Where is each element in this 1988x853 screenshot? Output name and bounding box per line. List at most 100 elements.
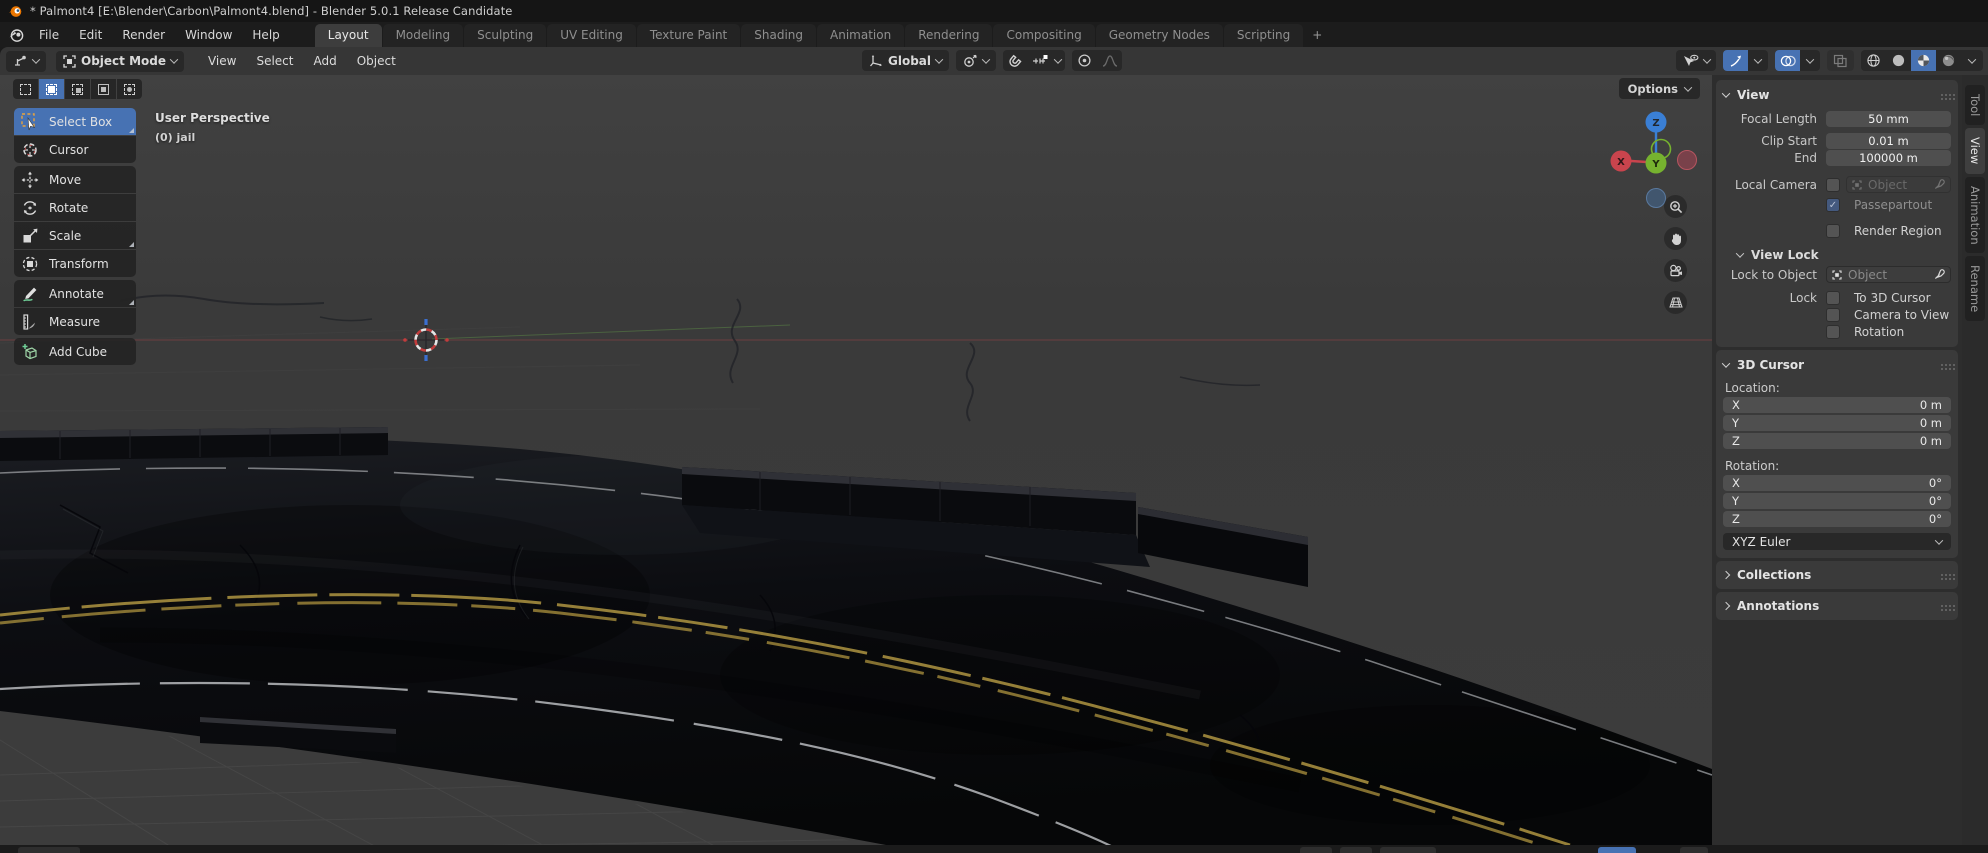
menu-add[interactable]: Add [304, 51, 347, 71]
timeline-button-hint[interactable] [1340, 847, 1372, 853]
euler-order-dropdown[interactable]: XYZ Euler [1723, 533, 1951, 550]
xray-toggle[interactable] [1827, 50, 1854, 71]
tab-sculpting[interactable]: Sculpting [464, 24, 547, 47]
panel-drag-dots[interactable] [1941, 94, 1943, 96]
eyedropper-icon[interactable] [1934, 179, 1945, 190]
shading-dropdown[interactable] [1961, 50, 1983, 71]
tool-rotate[interactable]: Rotate [14, 194, 136, 221]
timeline-button-hint[interactable] [1300, 847, 1332, 853]
transform-orientation-dropdown[interactable]: Global [862, 50, 950, 71]
3d-cursor[interactable] [403, 319, 449, 361]
tab-modeling[interactable]: Modeling [382, 24, 464, 47]
editor-type-button[interactable] [6, 50, 46, 72]
proportional-editing-toggle[interactable] [1072, 50, 1097, 71]
blender-menu-icon[interactable] [8, 27, 24, 43]
view-lock-header[interactable]: View Lock [1735, 248, 1951, 262]
snap-to-dropdown[interactable] [1028, 50, 1065, 71]
menu-select[interactable]: Select [246, 51, 303, 71]
tool-measure[interactable]: Measure [14, 308, 136, 335]
tab-compositing[interactable]: Compositing [993, 24, 1095, 47]
shading-solid-button[interactable] [1886, 50, 1911, 71]
cursor-rotation-z-field[interactable]: Z 0° [1723, 511, 1951, 527]
camera-view-button[interactable] [1664, 259, 1687, 282]
tab-shading[interactable]: Shading [741, 24, 816, 47]
render-region-checkbox[interactable] [1826, 224, 1840, 238]
view-panel-header[interactable]: View [1721, 86, 1951, 104]
snap-toggle[interactable] [1003, 50, 1028, 71]
mode-dropdown[interactable]: Object Mode [56, 50, 184, 72]
sidebar-tab-view[interactable]: View [1965, 128, 1985, 174]
cursor-rotation-y-field[interactable]: Y 0° [1723, 493, 1951, 509]
cursor-location-x-field[interactable]: X 0 m [1723, 397, 1951, 413]
tab-animation[interactable]: Animation [817, 24, 905, 47]
select-mode-intersect-button[interactable] [117, 79, 142, 99]
3d-viewport[interactable]: Options User Perspective (0) jail Select… [0, 75, 1712, 845]
pan-button[interactable] [1664, 227, 1687, 250]
options-button[interactable]: Options [1618, 78, 1700, 99]
camera-to-view-checkbox[interactable] [1826, 308, 1840, 322]
lock-to-3d-cursor-checkbox[interactable] [1826, 291, 1840, 305]
panel-drag-dots[interactable] [1941, 605, 1943, 607]
timeline-active-button-hint[interactable] [1598, 847, 1636, 853]
perspective-toggle-button[interactable] [1664, 291, 1687, 314]
select-mode-invert-button[interactable] [91, 79, 116, 99]
passepartout-checkbox[interactable]: ✓ [1826, 198, 1840, 212]
local-camera-object-field[interactable]: Object [1846, 176, 1951, 193]
tool-transform[interactable]: Transform [14, 250, 136, 277]
tab-uv-editing[interactable]: UV Editing [547, 24, 636, 47]
add-workspace-button[interactable]: + [1304, 24, 1330, 47]
select-mode-set-button[interactable] [13, 79, 38, 99]
proportional-falloff-dropdown[interactable] [1097, 50, 1122, 71]
overlays-dropdown[interactable] [1800, 50, 1820, 71]
focal-length-field[interactable]: 50 mm [1826, 111, 1951, 127]
show-overlays-toggle[interactable] [1775, 50, 1800, 71]
lock-to-object-field[interactable]: Object [1826, 266, 1951, 283]
tab-scripting[interactable]: Scripting [1223, 24, 1304, 47]
zoom-button[interactable] [1664, 195, 1687, 218]
navigation-gizmo[interactable]: Z X Y [1595, 103, 1712, 218]
panel-drag-dots[interactable] [1941, 364, 1943, 366]
tab-rendering[interactable]: Rendering [905, 24, 993, 47]
cursor-location-y-field[interactable]: Y 0 m [1723, 415, 1951, 431]
tab-geometry-nodes[interactable]: Geometry Nodes [1095, 24, 1223, 47]
sidebar-tab-tool[interactable]: Tool [1965, 85, 1985, 126]
tool-annotate[interactable]: Annotate [14, 280, 136, 307]
tool-select-box[interactable]: Select Box [14, 108, 136, 135]
object-visibility-dropdown[interactable] [1676, 50, 1716, 71]
timeline-button-hint[interactable] [1380, 847, 1436, 853]
x-neg-axis-ball[interactable] [1677, 150, 1697, 170]
collections-panel-header[interactable]: Collections [1721, 566, 1951, 584]
shading-wireframe-button[interactable] [1861, 50, 1886, 71]
z-neg-axis-ball[interactable] [1646, 188, 1666, 208]
sidebar-tab-rename[interactable]: Rename [1965, 256, 1985, 322]
menu-edit[interactable]: Edit [70, 25, 111, 45]
tab-texture-paint[interactable]: Texture Paint [636, 24, 741, 47]
lock-rotation-checkbox[interactable] [1826, 325, 1840, 339]
viewport-scene-canvas[interactable] [0, 75, 1712, 845]
show-gizmo-toggle[interactable] [1723, 50, 1748, 71]
tool-move[interactable]: Move [14, 166, 136, 193]
cursor-location-z-field[interactable]: Z 0 m [1723, 433, 1951, 449]
tool-cursor[interactable]: Cursor [14, 136, 136, 163]
timeline-button-hint[interactable] [18, 847, 80, 853]
eyedropper-icon[interactable] [1934, 269, 1945, 280]
shading-material-button[interactable] [1911, 50, 1936, 71]
clip-end-field[interactable]: 100000 m [1826, 150, 1951, 166]
menu-help[interactable]: Help [243, 25, 288, 45]
tool-scale[interactable]: Scale [14, 222, 136, 249]
menu-render[interactable]: Render [113, 25, 174, 45]
timeline-button-hint[interactable] [1680, 847, 1708, 853]
menu-view[interactable]: View [198, 51, 246, 71]
pivot-point-dropdown[interactable] [956, 50, 997, 71]
select-mode-subtract-button[interactable] [65, 79, 90, 99]
clip-start-field[interactable]: 0.01 m [1826, 133, 1951, 149]
menu-window[interactable]: Window [176, 25, 241, 45]
gizmo-dropdown[interactable] [1748, 50, 1768, 71]
menu-object[interactable]: Object [347, 51, 406, 71]
3d-cursor-panel-header[interactable]: 3D Cursor [1721, 356, 1951, 374]
select-mode-extend-button[interactable] [39, 79, 64, 99]
local-camera-checkbox[interactable] [1826, 177, 1840, 192]
cursor-rotation-x-field[interactable]: X 0° [1723, 475, 1951, 491]
tab-layout[interactable]: Layout [314, 24, 382, 47]
annotations-panel-header[interactable]: Annotations [1721, 597, 1951, 615]
